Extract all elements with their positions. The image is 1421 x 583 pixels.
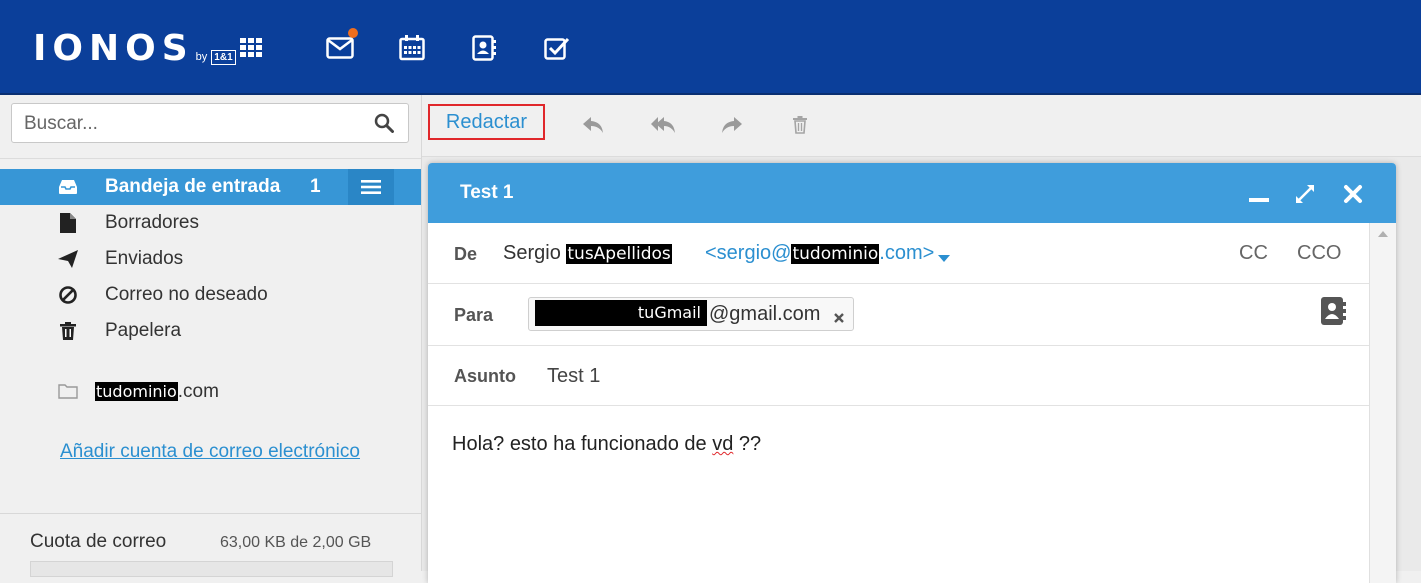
subject-row: Asunto Test 1 — [428, 346, 1369, 406]
email-suffix: .com> — [879, 242, 935, 264]
reply-icon[interactable] — [580, 112, 606, 138]
folder-label: Correo no deseado — [105, 284, 268, 305]
redacted-domain: tudominio — [791, 244, 880, 264]
divider — [0, 513, 421, 514]
unread-count: 1 — [310, 176, 321, 197]
compose-title: Test 1 — [460, 182, 514, 203]
redacted-recipient: tuGmail — [535, 300, 707, 326]
mail-icon[interactable] — [326, 28, 358, 62]
account-suffix: .com — [177, 381, 219, 402]
partner-logo: 1&1 — [211, 50, 236, 65]
top-bar: IONOS by 1&1 — [0, 0, 1421, 95]
folder-spam[interactable]: Correo no deseado — [0, 277, 421, 313]
compose-header: Test 1 — [428, 163, 1396, 223]
sender-first-name: Sergio — [503, 242, 561, 264]
forward-icon[interactable] — [719, 112, 745, 138]
subject-label: Asunto — [454, 366, 516, 386]
notification-dot — [348, 28, 358, 38]
body-text-end: ?? — [733, 433, 762, 455]
redacted-surname: tusApellidos — [566, 244, 672, 264]
folder-label: Borradores — [105, 212, 199, 233]
address-book-icon[interactable] — [1321, 297, 1347, 330]
caret-down-icon[interactable] — [938, 250, 950, 268]
to-row: Para tuGmail @gmail.com — [428, 284, 1369, 346]
scrollbar[interactable] — [1369, 223, 1396, 583]
to-label: Para — [454, 305, 494, 325]
redacted-domain: tudominio — [95, 382, 178, 401]
inbox-icon — [58, 177, 78, 197]
ban-icon — [58, 285, 78, 305]
add-email-account-link[interactable]: Añadir cuenta de correo electrónico — [60, 441, 360, 463]
search-box — [11, 103, 409, 144]
folder-label: Bandeja de entrada — [105, 176, 281, 197]
file-icon — [58, 213, 78, 233]
delete-icon[interactable] — [787, 112, 813, 138]
email-prefix: <sergio@ — [705, 242, 792, 264]
folder-label: Papelera — [105, 320, 182, 341]
folder-menu-icon[interactable] — [348, 169, 394, 205]
contacts-icon[interactable] — [470, 34, 498, 62]
tasks-icon[interactable] — [543, 34, 571, 62]
close-icon[interactable] — [1340, 181, 1366, 207]
recipient-domain: @gmail.com — [709, 303, 821, 325]
compose-window: Test 1 De Sergio tusApellidos <sergio@tu… — [428, 163, 1396, 583]
subject-input[interactable]: Test 1 — [547, 365, 600, 388]
from-label: De — [454, 244, 478, 264]
scroll-up-icon[interactable] — [1378, 231, 1388, 237]
body-text: Hola? esto ha funcionado de — [452, 433, 713, 455]
folder-drafts[interactable]: Borradores — [0, 205, 421, 241]
reply-all-icon[interactable] — [650, 112, 676, 138]
remove-recipient-icon[interactable] — [833, 307, 845, 330]
minimize-icon[interactable] — [1246, 181, 1272, 207]
folder-inbox[interactable]: Bandeja de entrada 1 — [0, 169, 421, 205]
recipient-chip[interactable]: tuGmail @gmail.com — [528, 297, 854, 331]
quota-label: Cuota de correo — [30, 531, 167, 552]
quota-value: 63,00 KB de 2,00 GB — [220, 534, 372, 551]
account-folder[interactable]: tudominio.com — [0, 375, 421, 411]
brand-by: by — [195, 51, 208, 63]
folder-sent[interactable]: Enviados — [0, 241, 421, 277]
ionos-logo[interactable]: IONOS by 1&1 — [33, 28, 236, 69]
cc-button[interactable]: CC — [1239, 242, 1268, 265]
toolbar: Redactar — [422, 95, 1421, 157]
apps-grid-icon[interactable] — [237, 34, 265, 62]
folder-icon — [58, 383, 78, 405]
bcc-button[interactable]: CCO — [1297, 242, 1341, 265]
sender-name: Sergio tusApellidos — [503, 242, 672, 265]
divider — [0, 158, 421, 159]
compose-button[interactable]: Redactar — [428, 104, 545, 140]
message-body[interactable]: Hola? esto ha funcionado de vd ?? — [452, 433, 761, 456]
sidebar: Bandeja de entrada 1 Borradores Enviados… — [0, 95, 422, 577]
calendar-icon[interactable] — [398, 34, 426, 62]
folder-label: Enviados — [105, 248, 184, 269]
brand-name: IONOS — [33, 28, 194, 69]
quota-bar — [30, 561, 393, 577]
search-input[interactable] — [22, 104, 366, 144]
trash-icon — [58, 321, 78, 341]
sender-address[interactable]: <sergio@tudominio.com> — [705, 242, 934, 265]
misspelled-word: vd — [712, 433, 734, 455]
paper-plane-icon — [58, 249, 78, 269]
account-label: tudominio.com — [95, 381, 219, 403]
from-row: De Sergio tusApellidos <sergio@tudominio… — [428, 223, 1369, 284]
expand-icon[interactable] — [1292, 181, 1318, 207]
folder-trash[interactable]: Papelera — [0, 313, 421, 349]
search-icon[interactable] — [374, 113, 394, 138]
